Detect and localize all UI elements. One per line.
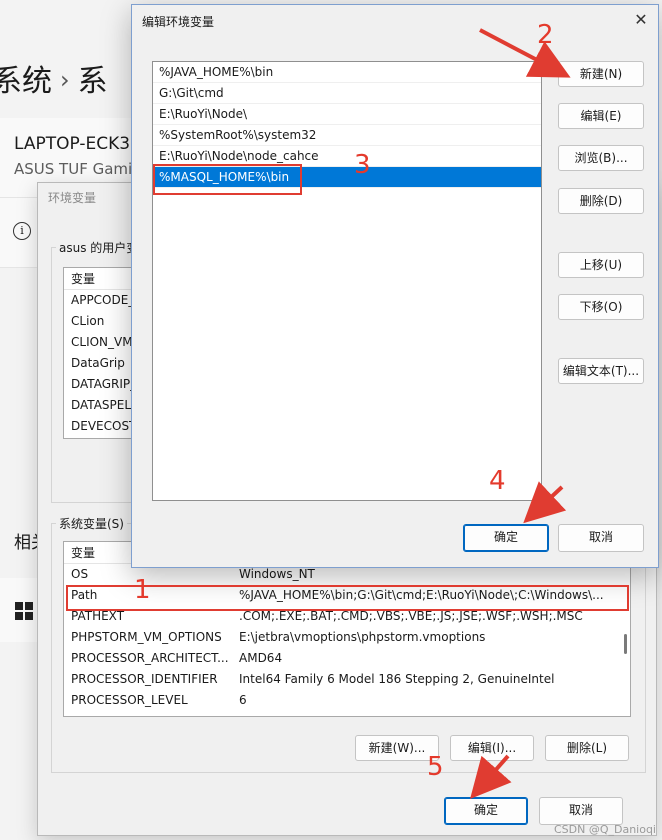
new-path-button[interactable]: 新建(N)	[558, 61, 644, 87]
list-item[interactable]: APPCODE_	[64, 290, 138, 311]
variable-name: PROCESSOR_LEVEL	[71, 693, 188, 707]
variable-value: E:\jetbra\vmoptions\phpstorm.vmoptions	[239, 630, 486, 644]
breadcrumb-current: 系	[77, 64, 108, 99]
system-edit-button[interactable]: 编辑(I)...	[450, 735, 534, 761]
user-variables-list[interactable]: 变量 APPCODE_ CLion CLION_VM DataGrip DATA…	[63, 267, 139, 439]
watermark: CSDN @Q_Danioqi	[553, 823, 656, 836]
variable-name: PATHEXT	[71, 609, 125, 623]
variable-name: PROCESSOR_IDENTIFIER	[71, 672, 218, 686]
list-item[interactable]: CLION_VM	[64, 332, 138, 353]
dialog-title: 编辑环境变量	[142, 15, 215, 29]
user-variables-label: asus 的用户变	[56, 239, 142, 256]
list-item[interactable]: DATASPELL	[64, 395, 138, 416]
table-row[interactable]: PROCESSOR_LEVEL 6	[64, 690, 630, 711]
edit-path-button[interactable]: 编辑(E)	[558, 103, 644, 129]
variable-value: Intel64 Family 6 Model 186 Stepping 2, G…	[239, 672, 555, 686]
table-row[interactable]: PROCESSOR_ARCHITECT... AMD64	[64, 648, 630, 669]
path-entry[interactable]: E:\RuoYi\Node\	[153, 104, 541, 125]
list-item[interactable]: CLion	[64, 311, 138, 332]
path-entry[interactable]: %JAVA_HOME%\bin	[153, 62, 541, 83]
delete-path-button[interactable]: 删除(D)	[558, 188, 644, 214]
edit-ok-button[interactable]: 确定	[463, 524, 549, 552]
info-icon: i	[13, 222, 31, 240]
edit-cancel-button[interactable]: 取消	[558, 524, 644, 552]
list-item[interactable]: DATAGRIP_	[64, 374, 138, 395]
variable-name: PHPSTORM_VM_OPTIONS	[71, 630, 222, 644]
variable-value: AMD64	[239, 651, 283, 665]
variable-name: OS	[71, 567, 89, 581]
table-row[interactable]: PHPSTORM_VM_OPTIONS E:\jetbra\vmoptions\p…	[64, 627, 630, 648]
list-item[interactable]: DEVECOST	[64, 416, 138, 437]
step-number-1: 1	[134, 575, 151, 605]
step-number-5: 5	[427, 752, 444, 782]
system-variables-label: 系统变量(S)	[56, 515, 127, 532]
path-entry[interactable]: G:\Git\cmd	[153, 83, 541, 104]
breadcrumb-separator: ›	[60, 66, 70, 94]
move-up-button[interactable]: 上移(U)	[558, 252, 644, 278]
step-number-2: 2	[537, 20, 554, 50]
close-icon[interactable]: ✕	[632, 11, 650, 29]
windows-logo-icon	[15, 602, 33, 620]
device-name: LAPTOP-ECK31	[14, 134, 141, 154]
system-delete-button[interactable]: 删除(L)	[545, 735, 629, 761]
highlight-new-entry	[153, 164, 302, 195]
dialog-title: 环境变量	[48, 191, 97, 205]
variable-value: 6	[239, 693, 247, 707]
move-down-button[interactable]: 下移(O)	[558, 294, 644, 320]
column-header-variable[interactable]: 变量	[64, 268, 138, 290]
list-item[interactable]: DataGrip	[64, 353, 138, 374]
breadcrumb-system[interactable]: 系统	[0, 64, 52, 99]
device-model: ASUS TUF Gami	[14, 160, 133, 178]
env-ok-button[interactable]: 确定	[444, 797, 528, 825]
settings-breadcrumb: 系统 › 系	[0, 56, 108, 100]
step-number-4: 4	[489, 466, 506, 496]
step-number-3: 3	[354, 150, 371, 180]
path-entries-list[interactable]: %JAVA_HOME%\bin G:\Git\cmd E:\RuoYi\Node…	[152, 61, 542, 501]
variable-name: PROCESSOR_ARCHITECT...	[71, 651, 229, 665]
path-entry[interactable]: %SystemRoot%\system32	[153, 125, 541, 146]
env-cancel-button[interactable]: 取消	[539, 797, 623, 825]
table-row[interactable]: PROCESSOR_IDENTIFIER Intel64 Family 6 Mod…	[64, 669, 630, 690]
edit-text-button[interactable]: 编辑文本(T)...	[558, 358, 644, 384]
browse-button[interactable]: 浏览(B)...	[558, 145, 644, 171]
edit-environment-variable-dialog: 编辑环境变量 ✕ %JAVA_HOME%\bin G:\Git\cmd E:\R…	[131, 4, 659, 568]
scrollbar-thumb[interactable]	[624, 634, 627, 654]
